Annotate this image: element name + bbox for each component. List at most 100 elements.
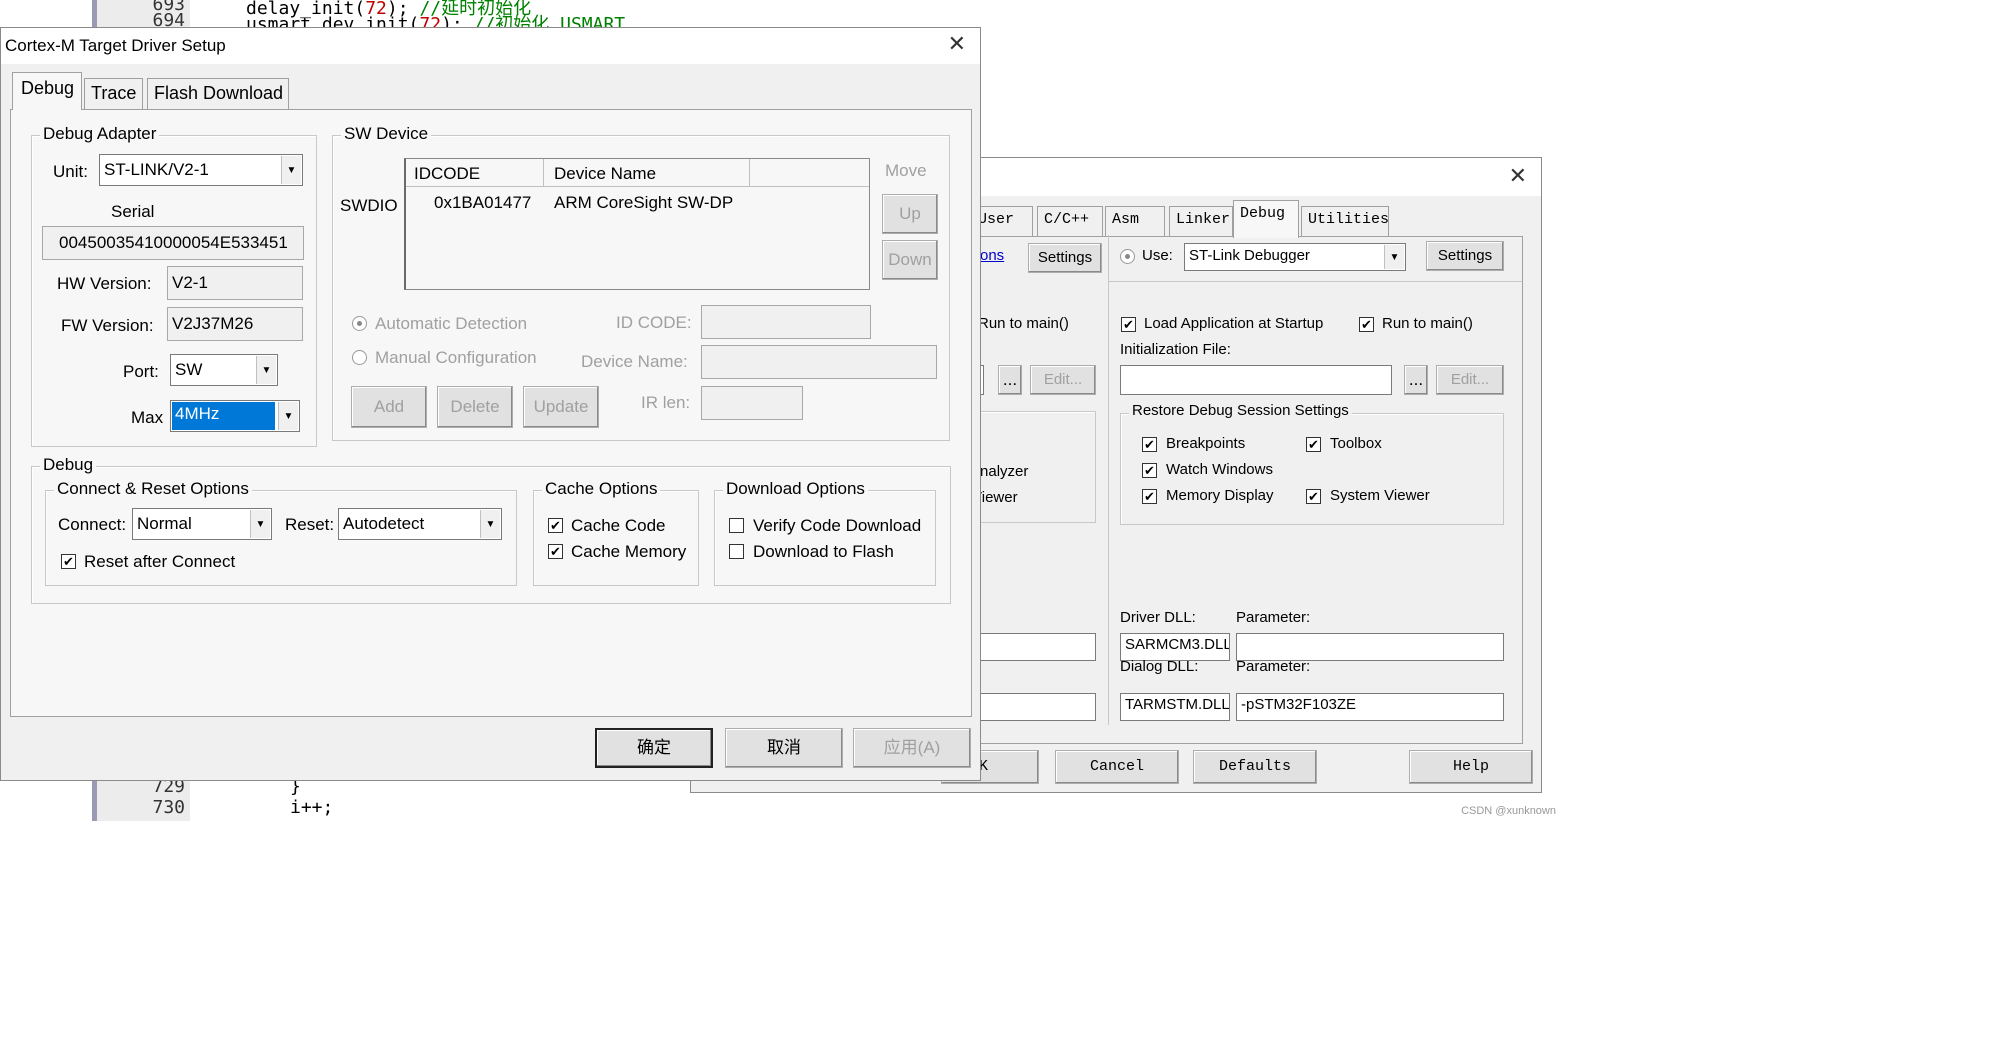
driver-dll-field[interactable]: SARMCM3.DLL <box>1120 633 1230 661</box>
cancel-button[interactable]: Cancel <box>1055 750 1179 784</box>
id-code-label: ID CODE: <box>616 313 692 332</box>
watch-windows-checkbox[interactable]: ✔ <box>1142 463 1157 478</box>
reset-select-value: Autodetect <box>343 514 425 533</box>
close-icon[interactable]: ✕ <box>1509 164 1527 189</box>
unit-label: Unit: <box>53 162 88 181</box>
init-file-browse-button[interactable]: ... <box>1404 365 1428 395</box>
dialog-param-field[interactable]: -pSTM32F103ZE <box>1236 693 1504 721</box>
verify-code-download-label: Verify Code Download <box>753 516 922 535</box>
unit-select[interactable]: ST-LINK/V2-1 ▼ <box>99 154 303 186</box>
cache-memory-checkbox[interactable]: ✔ <box>548 544 563 559</box>
tab-linker[interactable]: Linker <box>1169 206 1233 238</box>
connect-label: Connect: <box>58 515 127 534</box>
add-button[interactable]: Add <box>351 386 427 428</box>
watch-windows-label: Watch Windows <box>1166 461 1273 478</box>
id-code-field[interactable] <box>701 305 871 339</box>
memory-display-checkbox[interactable]: ✔ <box>1142 489 1157 504</box>
sim-dialog-param-field[interactable] <box>970 693 1096 721</box>
ok-button[interactable]: 确定 <box>595 728 713 768</box>
swdio-label: SWDIO <box>340 196 398 215</box>
use-debugger-radio[interactable] <box>1120 249 1135 264</box>
reset-after-connect-checkbox[interactable]: ✔ <box>61 554 76 569</box>
dialog-dll-field[interactable]: TARMSTM.DLL <box>1120 693 1230 721</box>
chevron-down-icon[interactable]: ▼ <box>1384 245 1404 269</box>
apply-button[interactable]: 应用(A) <box>853 728 971 768</box>
close-icon[interactable]: ✕ <box>948 32 966 57</box>
init-file-label: Initialization File: <box>1120 341 1231 358</box>
sim-driver-param-field[interactable] <box>970 633 1096 661</box>
dialog-titlebar: Cortex-M Target Driver Setup ✕ <box>1 28 980 64</box>
memory-display-label: Memory Display <box>1166 487 1274 504</box>
max-clock-select[interactable]: 4MHz ▼ <box>170 400 300 432</box>
driver-param-field[interactable] <box>1236 633 1504 661</box>
move-down-button[interactable]: Down <box>882 240 938 280</box>
sw-device-table[interactable]: IDCODE Device Name 0x1BA01477 ARM CoreSi… <box>404 158 870 290</box>
verify-code-download-checkbox[interactable] <box>729 518 744 533</box>
port-select[interactable]: SW ▼ <box>170 354 278 386</box>
driver-param-label: Parameter: <box>1236 609 1311 626</box>
tab-debug[interactable]: Debug <box>1233 200 1299 238</box>
device-name-label: Device Name: <box>581 352 688 371</box>
column-divider <box>1108 235 1109 725</box>
run-to-main-label: Run to main() <box>1382 315 1473 332</box>
init-file-field[interactable] <box>1120 365 1392 395</box>
sim-browse-button[interactable]: ... <box>998 365 1022 395</box>
serial-field: 00450035410000054E533451 <box>42 226 304 260</box>
restore-session-legend: Restore Debug Session Settings <box>1129 402 1352 419</box>
tab-utilities[interactable]: Utilities <box>1301 206 1389 238</box>
tab-flash-download[interactable]: Flash Download <box>147 78 289 110</box>
debug-legend: Debug <box>40 455 97 475</box>
cache-code-checkbox[interactable]: ✔ <box>548 518 563 533</box>
breakpoints-checkbox[interactable]: ✔ <box>1142 437 1157 452</box>
chevron-down-icon[interactable]: ▼ <box>278 402 298 430</box>
defaults-button[interactable]: Defaults <box>1193 750 1317 784</box>
manual-configuration-radio[interactable] <box>352 350 367 365</box>
download-to-flash-checkbox[interactable] <box>729 544 744 559</box>
debugger-settings-button[interactable]: Settings <box>1426 241 1504 271</box>
system-viewer-checkbox[interactable]: ✔ <box>1306 489 1321 504</box>
debugger-select[interactable]: ST-Link Debugger ▼ <box>1184 243 1406 271</box>
ir-len-field[interactable] <box>701 386 803 420</box>
sim-settings-button[interactable]: Settings <box>1028 243 1102 273</box>
init-file-edit-button[interactable]: Edit... <box>1436 365 1504 395</box>
col-header-empty <box>750 159 869 187</box>
delete-button[interactable]: Delete <box>437 386 513 428</box>
back-dialog-panel: ons Settings Run to main() ... Edit... A… <box>970 235 1523 744</box>
col-header-device-name[interactable]: Device Name <box>544 159 750 187</box>
sim-edit-button[interactable]: Edit... <box>1030 365 1096 395</box>
max-clock-label: Max <box>131 408 164 427</box>
tab-cpp[interactable]: C/C++ <box>1037 206 1103 238</box>
automatic-detection-radio[interactable] <box>352 316 367 331</box>
col-header-idcode[interactable]: IDCODE <box>406 159 544 187</box>
run-to-main-checkbox[interactable]: ✔ <box>1359 317 1374 332</box>
port-select-value: SW <box>175 360 203 379</box>
help-button[interactable]: Help <box>1409 750 1533 784</box>
cancel-button[interactable]: 取消 <box>725 728 843 768</box>
unit-select-value: ST-LINK/V2-1 <box>104 160 209 179</box>
load-app-checkbox[interactable]: ✔ <box>1121 317 1136 332</box>
dialog-param-label: Parameter: <box>1236 658 1311 675</box>
max-clock-select-value: 4MHz <box>172 402 275 430</box>
serial-label: Serial <box>111 202 155 221</box>
toolbox-checkbox[interactable]: ✔ <box>1306 437 1321 452</box>
device-name-field[interactable] <box>701 345 937 379</box>
tab-trace[interactable]: Trace <box>84 78 143 110</box>
chevron-down-icon[interactable]: ▼ <box>256 356 276 384</box>
download-to-flash-label: Download to Flash <box>753 542 894 561</box>
debug-tab-panel: Debug Adapter Unit: ST-LINK/V2-1 ▼ Seria… <box>10 109 972 717</box>
table-row[interactable]: 0x1BA01477 ARM CoreSight SW-DP <box>406 191 869 219</box>
reset-select[interactable]: Autodetect ▼ <box>338 508 502 540</box>
move-up-button[interactable]: Up <box>882 194 938 234</box>
update-button[interactable]: Update <box>523 386 599 428</box>
chevron-down-icon[interactable]: ▼ <box>250 510 270 538</box>
hw-version-label: HW Version: <box>57 274 152 293</box>
cache-options-legend: Cache Options <box>542 479 661 499</box>
chevron-down-icon[interactable]: ▼ <box>281 156 301 184</box>
connect-select[interactable]: Normal ▼ <box>132 508 272 540</box>
tab-debug[interactable]: Debug <box>12 72 82 110</box>
simulator-link[interactable]: ons <box>980 247 1004 264</box>
manual-configuration-label: Manual Configuration <box>375 348 537 367</box>
chevron-down-icon[interactable]: ▼ <box>480 510 500 538</box>
tab-asm[interactable]: Asm <box>1105 206 1165 238</box>
sim-run-to-main-label: Run to main() <box>978 315 1069 332</box>
